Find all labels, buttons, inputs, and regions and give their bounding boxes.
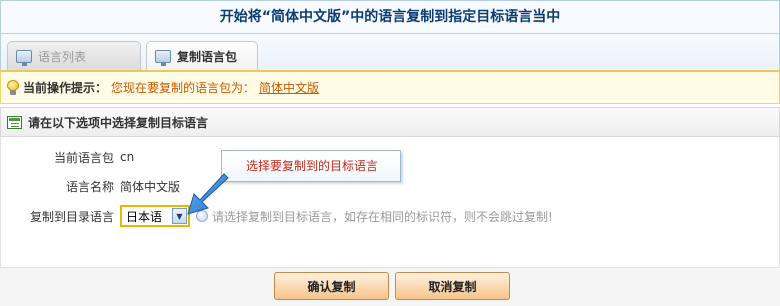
section-title: 请在以下选项中选择复制目标语言 bbox=[28, 115, 209, 130]
lightbulb-icon bbox=[7, 80, 19, 95]
form-icon bbox=[7, 115, 22, 129]
language-name-value: 简体中文版 bbox=[120, 179, 181, 194]
notice-label: 当前操作提示： bbox=[23, 81, 108, 95]
tooltip-text: 选择要复制到的目标语言 bbox=[246, 159, 379, 173]
tab-copy-language-pack[interactable]: 复制语言包 bbox=[146, 41, 258, 71]
select-value: 日本语 bbox=[126, 209, 163, 224]
tab-label: 复制语言包 bbox=[177, 50, 238, 64]
field-label: 复制到目录语言 bbox=[29, 209, 114, 224]
current-pack-value: cn bbox=[120, 150, 135, 164]
section-header: 请在以下选项中选择复制目标语言 bbox=[0, 107, 780, 137]
current-pack-link[interactable]: 简体中文版 bbox=[259, 79, 319, 96]
tab-label: 语言列表 bbox=[38, 49, 87, 64]
form-row-target-language: 复制到目录语言 日本语 ▼ 请选择复制到目标语言，如存在相同的标识符，则不会跳过… bbox=[1, 205, 780, 227]
target-hint: 请选择复制到目标语言，如存在相同的标识符，则不会跳过复制! bbox=[196, 208, 553, 225]
confirm-copy-button[interactable]: 确认复制 bbox=[274, 272, 389, 300]
tooltip-callout: 选择要复制到的目标语言 bbox=[221, 150, 401, 182]
tab-bar: 语言列表 复制语言包 bbox=[0, 34, 780, 71]
tab-language-list[interactable]: 语言列表 bbox=[7, 41, 141, 70]
page-title: 开始将“简体中文版”中的语言复制到指定目标语言当中 bbox=[0, 0, 780, 34]
footer-bar: 确认复制 取消复制 bbox=[0, 267, 780, 306]
notice-text: 您现在要复制的语言包为： bbox=[111, 81, 256, 95]
target-language-select[interactable]: 日本语 ▼ bbox=[120, 205, 190, 227]
field-label: 语言名称 bbox=[65, 179, 114, 194]
arrow-pointer-icon bbox=[187, 173, 229, 215]
field-label: 当前语言包 bbox=[53, 150, 114, 165]
operation-notice: 当前操作提示： 您现在要复制的语言包为： 简体中文版 bbox=[0, 70, 780, 104]
cancel-copy-button[interactable]: 取消复制 bbox=[395, 272, 510, 300]
monitor-icon bbox=[16, 49, 32, 66]
hint-text: 请选择复制到目标语言，如存在相同的标识符，则不会跳过复制! bbox=[212, 209, 553, 224]
monitor-icon bbox=[155, 50, 171, 66]
